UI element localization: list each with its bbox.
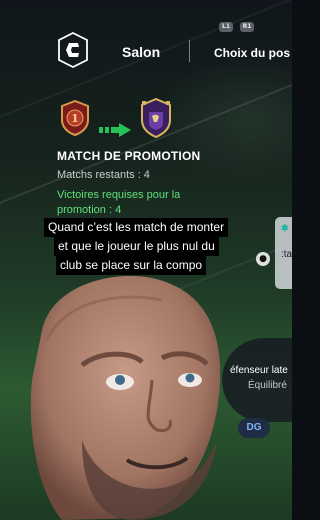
- r1-hint: R1: [240, 22, 254, 32]
- tab-salon[interactable]: Salon: [122, 44, 160, 60]
- division-1-badge-icon: 1: [61, 100, 89, 136]
- wins-required-text: Victoires requises pour la: [57, 189, 181, 201]
- player-role: éfenseur late: [230, 365, 288, 376]
- tab-divider: [189, 40, 190, 62]
- division-number: 1: [71, 112, 79, 125]
- meme-caption: Quand c’est les match de monter et que l…: [44, 218, 260, 275]
- promotion-arrow-icon: [99, 123, 131, 137]
- caption-line-3: club se place sur la compo: [56, 256, 207, 275]
- l1-hint: L1: [219, 22, 233, 32]
- caption-line-2: et que le joueur le plus nul du: [54, 237, 219, 256]
- caption-line-1: Quand c’est les match de monter: [44, 218, 229, 237]
- side-card-icon: ✱: [281, 223, 289, 233]
- side-card[interactable]: ✱ :ta: [275, 217, 292, 289]
- matches-left-text: Matchs restants : 4: [57, 169, 150, 181]
- promotion-title: MATCH DE PROMOTION: [57, 149, 201, 163]
- elite-division-badge-icon: [141, 98, 171, 138]
- tab-choix-du-poste[interactable]: Choix du pos: [214, 46, 290, 60]
- wins-required-text-cont: promotion : 4: [57, 204, 122, 216]
- reaction-face-image: [30, 275, 221, 520]
- position-badge[interactable]: DG: [238, 418, 270, 438]
- side-card-label: :ta: [281, 249, 292, 260]
- fc-logo-icon[interactable]: [58, 32, 88, 68]
- player-style: Équilibré: [248, 380, 287, 391]
- game-screen: L1 R1 Salon Choix du pos 1 MATCH DE PROM…: [0, 0, 292, 520]
